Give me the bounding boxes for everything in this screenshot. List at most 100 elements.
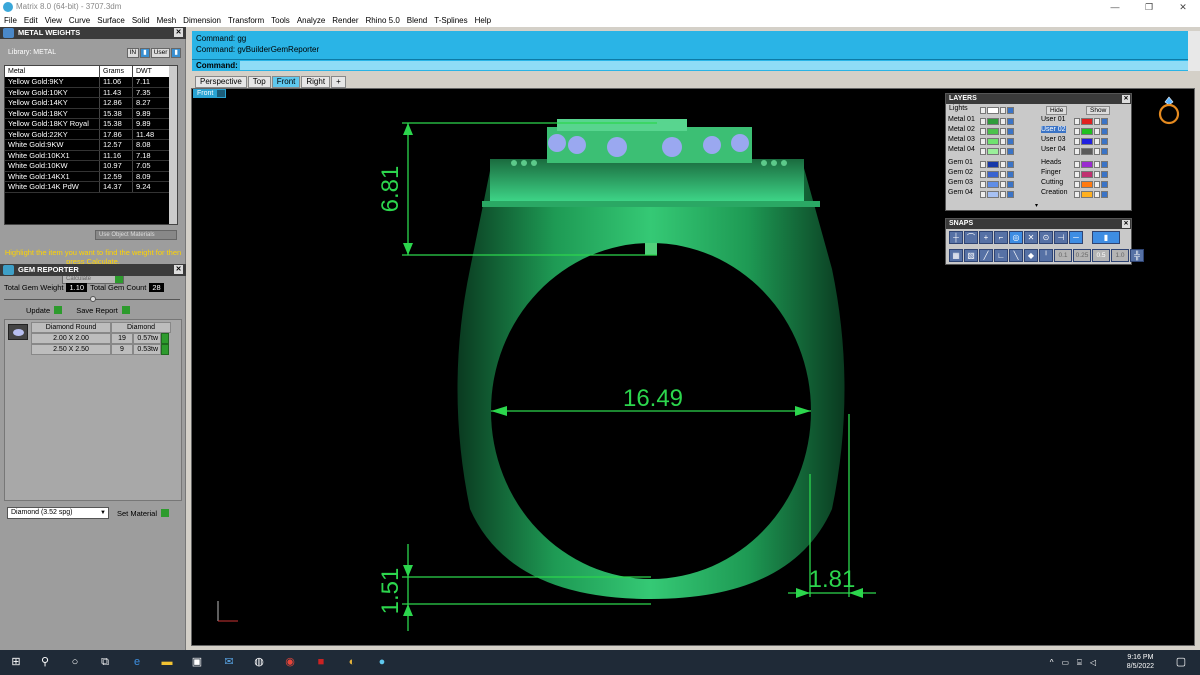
table-row[interactable]: Yellow Gold:9KY 11.06 7.11: [5, 77, 177, 88]
snap-mid-icon[interactable]: ⌐: [994, 231, 1008, 244]
layer-controls[interactable]: [1074, 191, 1108, 198]
snap-angle-icon[interactable]: ∟: [994, 249, 1008, 262]
snap-int-icon[interactable]: ✕: [1024, 231, 1038, 244]
app-red-icon[interactable]: ■: [314, 655, 328, 669]
layer-controls[interactable]: [980, 181, 1014, 188]
tab-perspective[interactable]: Perspective: [195, 76, 247, 88]
metal-table-scrollbar[interactable]: [169, 66, 177, 224]
menu-file[interactable]: File: [4, 14, 17, 27]
close-icon[interactable]: ✕: [1122, 220, 1130, 228]
app-yellow-icon[interactable]: ◐: [345, 655, 359, 669]
table-row[interactable]: White Gold:14KX1 12.59 8.09: [5, 171, 177, 182]
battery-icon[interactable]: ▭: [1061, 658, 1069, 668]
volume-icon[interactable]: ◁: [1090, 658, 1096, 668]
snap-ortho-icon[interactable]: ▦: [949, 249, 963, 262]
menu-mesh[interactable]: Mesh: [157, 14, 177, 27]
layer-controls[interactable]: [980, 171, 1014, 178]
layer-controls[interactable]: [1074, 148, 1108, 155]
layer-controls[interactable]: [1074, 118, 1108, 125]
command-scrollbar[interactable]: [1188, 31, 1200, 71]
col-dwt[interactable]: DWT: [133, 66, 167, 77]
save-report-button[interactable]: Save Report: [76, 306, 130, 315]
gem-go-icon[interactable]: [161, 333, 169, 344]
table-row[interactable]: White Gold:9KW 12.57 8.08: [5, 140, 177, 151]
menu-tools[interactable]: Tools: [271, 14, 290, 27]
maximize-button[interactable]: ❐: [1132, 0, 1166, 14]
tab-user-toggle[interactable]: ▮: [171, 48, 181, 58]
chrome-icon[interactable]: ◉: [283, 655, 297, 669]
snap-diag-icon[interactable]: ╲: [1009, 249, 1023, 262]
layer-controls[interactable]: [980, 138, 1014, 145]
menu-view[interactable]: View: [45, 14, 62, 27]
gem-row[interactable]: 2.00 X 2.00 19 0.57tw: [31, 333, 169, 344]
table-row[interactable]: White Gold:10KW 10.97 7.05: [5, 161, 177, 172]
snap-vert-icon[interactable]: ╵: [1039, 249, 1053, 262]
snap-near-icon[interactable]: ⌒: [964, 231, 978, 244]
menu-curve[interactable]: Curve: [69, 14, 90, 27]
tab-add[interactable]: +: [331, 76, 346, 88]
close-icon[interactable]: ✕: [1122, 95, 1130, 103]
col-metal[interactable]: Metal: [5, 66, 100, 77]
edge-icon[interactable]: e: [130, 655, 144, 669]
snap-step-1[interactable]: 0.25: [1073, 249, 1091, 262]
table-row[interactable]: Yellow Gold:10KY 11.43 7.35: [5, 87, 177, 98]
snap-step-3[interactable]: 1.0: [1111, 249, 1129, 262]
mail-icon[interactable]: ✉: [222, 655, 236, 669]
table-row[interactable]: Yellow Gold:18KY Royal 15.38 9.89: [5, 119, 177, 130]
minimize-button[interactable]: —: [1098, 0, 1132, 14]
snap-point-icon[interactable]: +: [979, 231, 993, 244]
hide-button[interactable]: Hide: [1046, 106, 1068, 115]
tab-in-toggle[interactable]: ▮: [140, 48, 150, 58]
menu-rhino[interactable]: Rhino 5.0: [366, 14, 400, 27]
cortana-icon[interactable]: ○: [68, 655, 82, 669]
snap-tan-icon[interactable]: ⊣: [1054, 231, 1068, 244]
tab-user[interactable]: User: [150, 48, 171, 58]
search-icon[interactable]: ⚲: [38, 655, 52, 669]
viewport-label[interactable]: Front: [193, 89, 227, 98]
set-material-button[interactable]: Set Material: [117, 509, 170, 518]
snap-center-icon[interactable]: ◎: [1009, 231, 1023, 244]
menu-transform[interactable]: Transform: [228, 14, 264, 27]
table-row[interactable]: White Gold:10KX1 11.16 7.18: [5, 150, 177, 161]
table-row[interactable]: Yellow Gold:18KY 15.38 9.89: [5, 108, 177, 119]
tab-top[interactable]: Top: [247, 76, 271, 88]
layer-controls[interactable]: [980, 191, 1014, 198]
expand-icon[interactable]: ▾: [1035, 202, 1038, 209]
close-icon[interactable]: ✕: [174, 265, 183, 274]
layer-controls[interactable]: [1074, 138, 1108, 145]
gem-go-icon[interactable]: [161, 344, 169, 355]
snap-line-icon[interactable]: ╱: [979, 249, 993, 262]
network-icon[interactable]: ⌸: [1077, 658, 1082, 668]
file-explorer-icon[interactable]: ▬: [160, 655, 174, 669]
snap-diamond-icon[interactable]: ◆: [1024, 249, 1038, 262]
snap-end-icon[interactable]: ┼: [949, 231, 963, 244]
close-button[interactable]: ✕: [1166, 0, 1200, 14]
menu-dimension[interactable]: Dimension: [183, 14, 221, 27]
store-icon[interactable]: ▣: [190, 655, 204, 669]
menu-solid[interactable]: Solid: [132, 14, 150, 27]
layer-controls[interactable]: [980, 161, 1014, 168]
menu-surface[interactable]: Surface: [97, 14, 125, 27]
windows-start-icon[interactable]: ⊞: [9, 655, 23, 669]
matrix-taskbar-icon[interactable]: ●: [375, 655, 389, 669]
menu-edit[interactable]: Edit: [24, 14, 38, 27]
snap-quad-icon[interactable]: ─: [1069, 231, 1083, 244]
col-grams[interactable]: Grams: [100, 66, 133, 77]
close-icon[interactable]: ✕: [174, 28, 183, 37]
table-row[interactable]: Yellow Gold:14KY 12.86 8.27: [5, 98, 177, 109]
menu-render[interactable]: Render: [332, 14, 358, 27]
task-view-icon[interactable]: ⧉: [98, 655, 112, 669]
menu-blend[interactable]: Blend: [407, 14, 427, 27]
menu-analyze[interactable]: Analyze: [297, 14, 325, 27]
layer-controls[interactable]: [1074, 161, 1108, 168]
menu-tsplines[interactable]: T-Splines: [434, 14, 467, 27]
command-input[interactable]: [240, 61, 1190, 70]
layer-controls[interactable]: [1074, 171, 1108, 178]
table-row[interactable]: Yellow Gold:22KY 17.86 11.48: [5, 129, 177, 140]
layer-controls[interactable]: [1074, 181, 1108, 188]
app-icon[interactable]: ◍: [252, 655, 266, 669]
snap-step-2[interactable]: 0.5: [1092, 249, 1110, 262]
gem-slider-knob[interactable]: [90, 296, 96, 302]
ring-icon[interactable]: [1158, 96, 1180, 126]
clock[interactable]: 9:16 PM 8/5/2022: [1127, 653, 1154, 671]
